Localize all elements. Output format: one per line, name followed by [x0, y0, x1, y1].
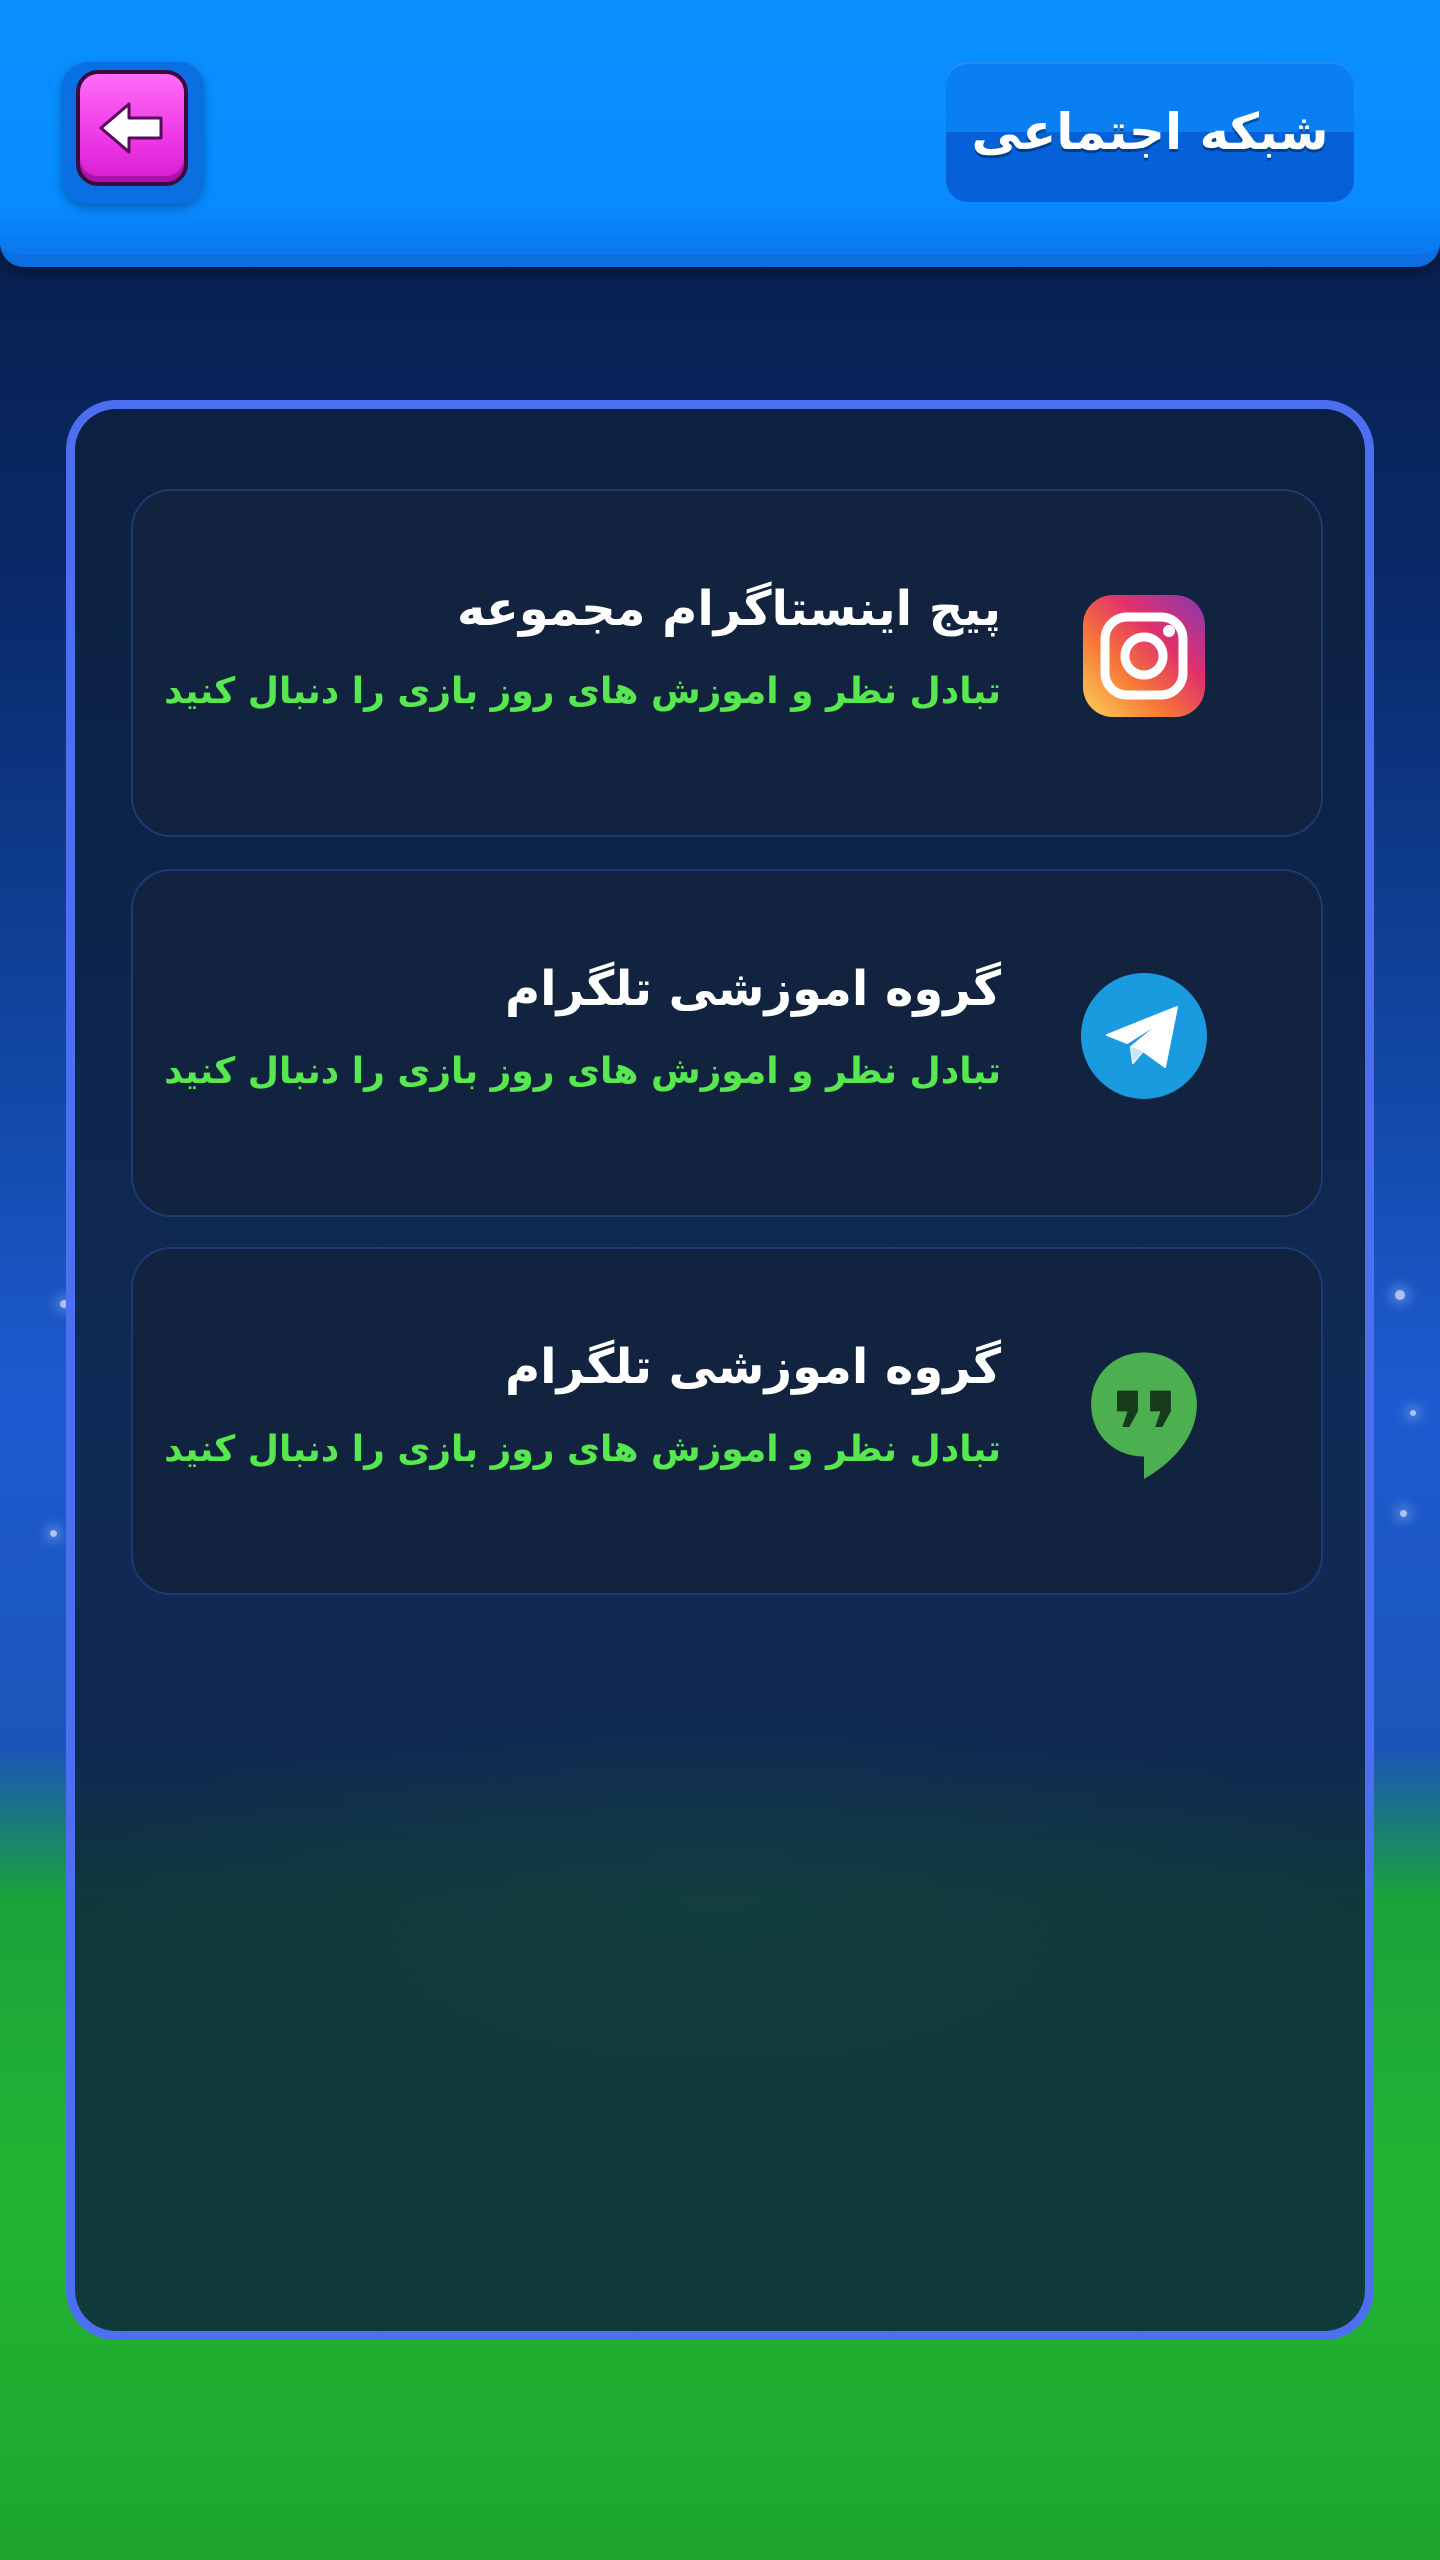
instagram-card[interactable]: پیج اینستاگرام مجموعه تبادل نظر و اموزش …: [131, 489, 1323, 837]
hangouts-card[interactable]: گروه اموزشی تلگرام تبادل نظر و اموزش های…: [131, 1247, 1323, 1595]
card-title: پیج اینستاگرام مجموعه: [456, 581, 1001, 637]
stadium-light: [50, 1530, 57, 1537]
card-subtitle: تبادل نظر و اموزش های روز بازی را دنبال …: [164, 1051, 1001, 1092]
card-subtitle: تبادل نظر و اموزش های روز بازی را دنبال …: [164, 1429, 1001, 1470]
page-title: شبکه اجتماعی: [971, 103, 1329, 161]
page-title-box: شبکه اجتماعی: [946, 62, 1354, 202]
telegram-card[interactable]: گروه اموزشی تلگرام تبادل نظر و اموزش های…: [131, 869, 1323, 1217]
back-button[interactable]: [76, 70, 188, 186]
card-subtitle: تبادل نظر و اموزش های روز بازی را دنبال …: [164, 671, 1001, 712]
hangouts-icon: [1091, 1352, 1197, 1479]
stadium-light: [1410, 1410, 1416, 1416]
stadium-light: [1395, 1290, 1405, 1300]
top-bar: شبکه اجتماعی: [0, 0, 1440, 267]
telegram-icon: [1081, 973, 1207, 1099]
card-title: گروه اموزشی تلگرام: [504, 1339, 1001, 1395]
social-links-panel: پیج اینستاگرام مجموعه تبادل نظر و اموزش …: [66, 400, 1374, 2340]
card-title: گروه اموزشی تلگرام: [504, 961, 1001, 1017]
back-button-frame: [62, 62, 204, 204]
instagram-icon: [1083, 595, 1205, 717]
stadium-light: [1400, 1510, 1407, 1517]
arrow-left-icon: [99, 102, 163, 154]
